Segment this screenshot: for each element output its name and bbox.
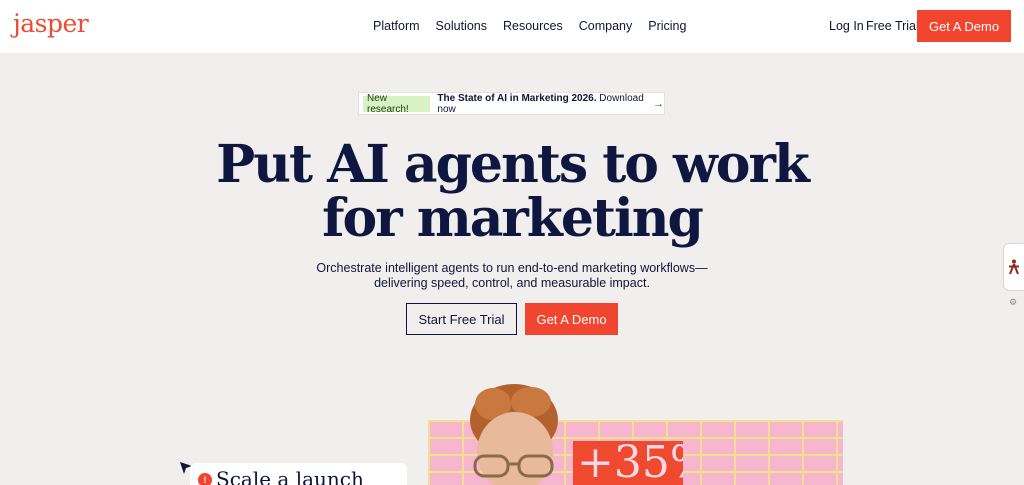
hero-subtitle: Orchestrate intelligent agents to run en…: [0, 261, 1024, 291]
nav-item-company[interactable]: Company: [579, 19, 633, 33]
get-demo-hero-button[interactable]: Get A Demo: [525, 303, 618, 335]
new-research-badge: New research!: [363, 93, 431, 115]
top-navigation-bar: jasper Platform Solutions Resources Comp…: [0, 0, 1024, 53]
gear-icon[interactable]: ⚙: [1009, 297, 1019, 307]
stat-value: +35%: [577, 441, 683, 485]
hero-title-line-1: Put AI agents to work: [216, 134, 810, 195]
accessibility-icon: [1009, 259, 1019, 275]
stat-highlight: +35%: [573, 441, 683, 485]
announcement-text: The State of AI in Marketing 2026. Downl…: [437, 93, 647, 115]
nav-item-solutions[interactable]: Solutions: [436, 19, 487, 33]
accessibility-widget[interactable]: [1003, 243, 1024, 291]
arrow-right-icon: →: [653, 97, 664, 110]
research-announcement[interactable]: New research! The State of AI in Marketi…: [358, 92, 665, 115]
nav-item-resources[interactable]: Resources: [503, 19, 563, 33]
start-free-trial-button[interactable]: Start Free Trial: [406, 303, 517, 335]
hero-title: Put AI agents to work for marketing: [0, 138, 1024, 246]
get-demo-header-button[interactable]: Get A Demo: [917, 10, 1011, 42]
main-nav: Platform Solutions Resources Company Pri…: [373, 19, 686, 33]
hero-title-line-2: for marketing: [322, 188, 704, 249]
hero-subtitle-line-1: Orchestrate intelligent agents to run en…: [316, 261, 708, 275]
scale-launch-card: ! Scale a launch: [190, 463, 407, 485]
launch-card-title: Scale a launch: [216, 467, 364, 485]
free-trial-link[interactable]: Free Trial: [866, 19, 919, 33]
alert-badge-icon: !: [198, 473, 212, 485]
nav-item-pricing[interactable]: Pricing: [648, 19, 686, 33]
jasper-logo[interactable]: jasper: [13, 9, 89, 38]
announcement-title: The State of AI in Marketing 2026.: [437, 92, 597, 104]
nav-item-platform[interactable]: Platform: [373, 19, 420, 33]
login-link[interactable]: Log In: [829, 19, 864, 33]
person-photo: [470, 384, 558, 485]
hero-subtitle-line-2: delivering speed, control, and measurabl…: [374, 276, 650, 290]
